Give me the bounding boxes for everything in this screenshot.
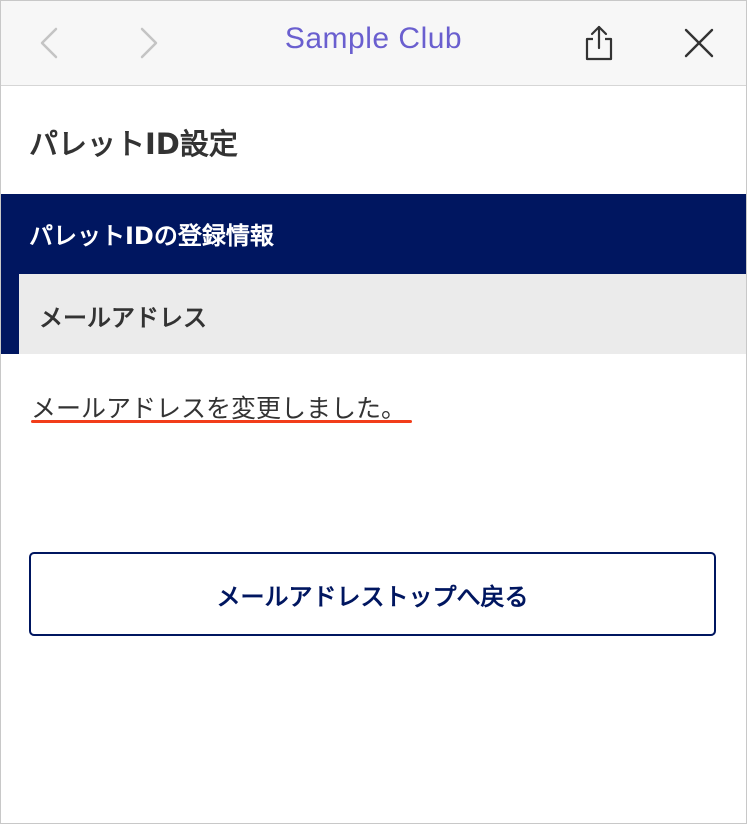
- message-highlight-underline: [31, 420, 412, 423]
- app-window: Sample Club パレットID設定 パレットIDの登録情報 メールアドレス…: [0, 0, 747, 824]
- browser-toolbar: Sample Club: [1, 1, 746, 86]
- browser-title: Sample Club: [284, 22, 463, 55]
- registration-info-section: パレットIDの登録情報 メールアドレス: [1, 194, 746, 354]
- close-button[interactable]: [679, 23, 719, 63]
- section-title: パレットIDの登録情報: [29, 222, 274, 250]
- close-icon: [684, 28, 714, 58]
- subsection-title: メールアドレス: [39, 304, 207, 332]
- back-to-email-top-button[interactable]: メールアドレストップへ戻る: [29, 552, 716, 636]
- page-title: パレットID設定: [29, 127, 238, 161]
- share-icon: [585, 25, 613, 61]
- email-subsection-header: メールアドレス: [19, 274, 746, 354]
- share-button[interactable]: [579, 23, 619, 63]
